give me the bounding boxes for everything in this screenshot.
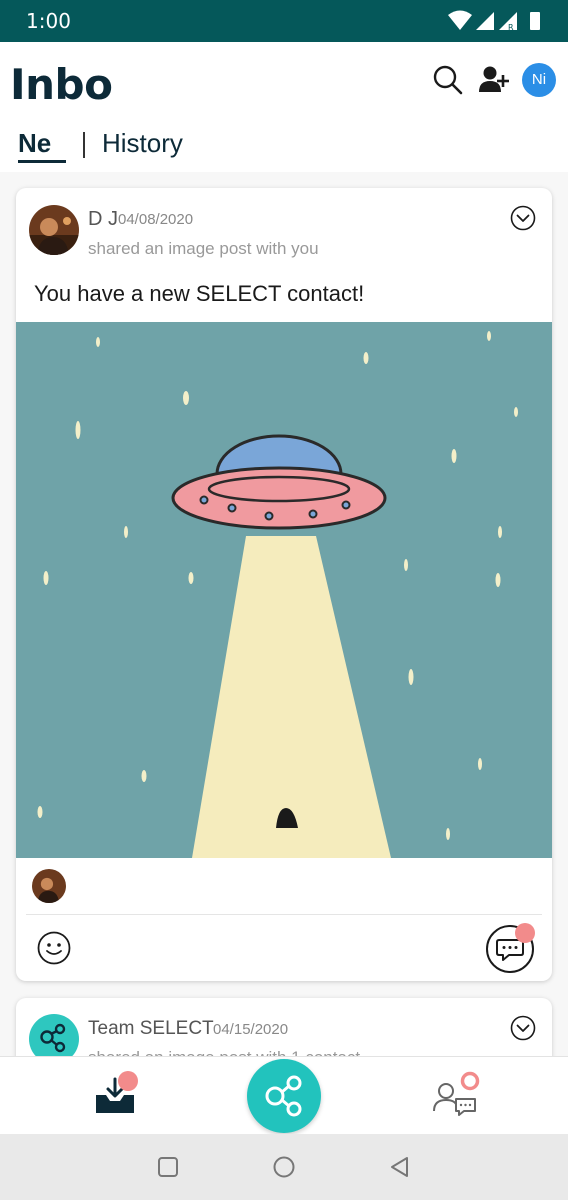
sender-name: D J [88, 208, 118, 230]
add-contact-button[interactable] [476, 62, 512, 98]
inbox-icon [96, 1071, 138, 1113]
back-button[interactable] [387, 1154, 413, 1180]
square-icon [158, 1157, 178, 1177]
share-fab-button[interactable] [247, 1059, 321, 1133]
sender-avatar[interactable] [29, 205, 79, 255]
chat-bubble-icon [486, 923, 535, 973]
viewer-avatar[interactable] [32, 869, 66, 903]
signal-icon [476, 12, 494, 30]
wifi-icon [448, 10, 472, 30]
back-triangle-icon [391, 1157, 408, 1177]
search-button[interactable] [430, 62, 466, 98]
post-options-button[interactable] [510, 205, 536, 231]
post-image[interactable] [16, 322, 552, 858]
page-title: Inbo [10, 60, 113, 109]
tab-separator [83, 132, 85, 158]
status-icons: R [448, 10, 540, 32]
smiley-icon [37, 931, 71, 965]
home-button[interactable] [271, 1154, 297, 1180]
share-icon [265, 1075, 302, 1117]
roaming-badge: R [508, 23, 514, 32]
post-date: 04/15/2020 [213, 1021, 289, 1038]
user-avatar[interactable]: Ni [522, 63, 556, 97]
tab-history[interactable]: History [102, 128, 183, 159]
post-card[interactable]: D J 04/08/2020 shared an image post with… [16, 188, 552, 981]
battery-icon [530, 12, 540, 30]
nav-contacts-button[interactable] [430, 1069, 480, 1119]
search-icon [433, 65, 463, 95]
sender-name: Team SELECT [88, 1018, 214, 1039]
app-header: Inbo Ni Ne History [0, 42, 568, 172]
nav-inbox-button[interactable] [92, 1071, 140, 1119]
system-navigation-bar [0, 1134, 568, 1200]
contacts-chat-icon [433, 1071, 480, 1116]
active-tab-indicator [18, 160, 66, 163]
notification-dot [515, 923, 535, 943]
post-date: 04/08/2020 [118, 211, 194, 228]
react-button[interactable] [36, 930, 72, 966]
post-subtitle: shared an image post with you [88, 239, 319, 258]
recents-button[interactable] [155, 1154, 181, 1180]
chevron-down-icon [510, 205, 536, 231]
chevron-down-icon [510, 1015, 536, 1041]
comment-button[interactable] [485, 922, 537, 974]
post-options-button[interactable] [510, 1015, 536, 1041]
notification-ring [460, 1071, 480, 1091]
notification-dot [118, 1071, 138, 1091]
card-divider [26, 914, 542, 915]
add-person-icon [479, 66, 509, 92]
circle-icon [273, 1156, 295, 1178]
status-time: 1:00 [26, 9, 71, 33]
status-bar: 1:00 R [0, 0, 568, 42]
post-message: You have a new SELECT contact! [34, 281, 365, 306]
